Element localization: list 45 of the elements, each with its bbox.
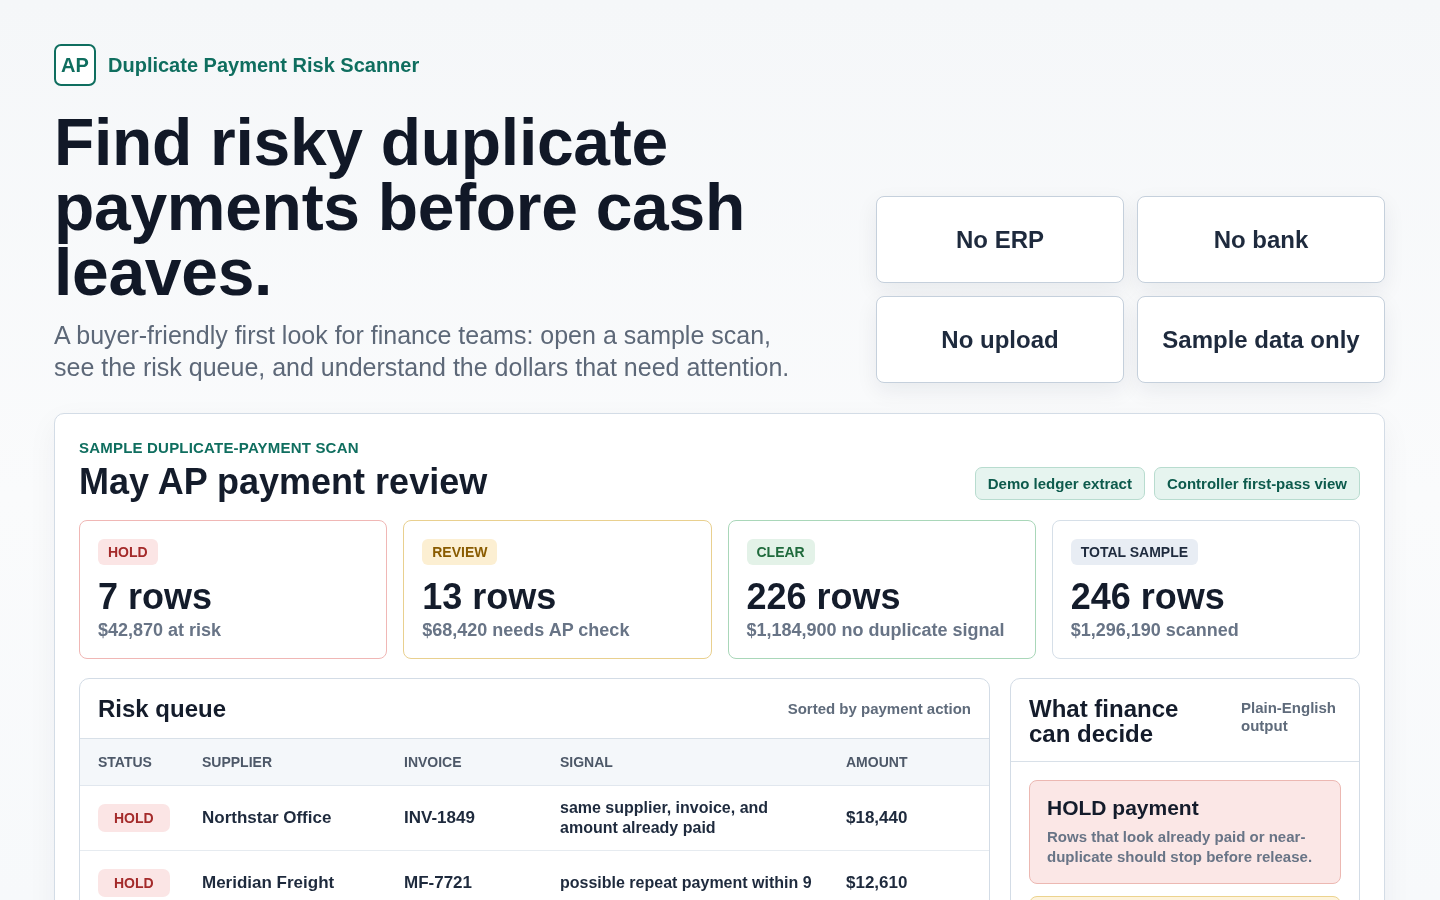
scope-tag: Controller first-pass view: [1153, 467, 1360, 500]
stat-value: 246 rows: [1070, 577, 1226, 617]
column-header: SUPPLIER: [202, 754, 273, 770]
supplier-cell-text: Northstar Office: [202, 808, 333, 828]
invoice-cell-text: MF-7721: [404, 873, 474, 893]
output-note: Plain-English output: [1241, 699, 1337, 735]
hero-title: Find risky duplicate payments before cash leaves.: [54, 110, 746, 305]
assurance-tile: No ERP: [876, 196, 1124, 283]
logo-mark: AP: [54, 44, 96, 86]
status-badge: HOLD: [98, 804, 170, 832]
scan-title: May AP payment review: [79, 462, 488, 502]
stat-detail: $68,420 needs AP check: [422, 619, 631, 641]
signal-cell-text: same supplier, invoice, and amount already paid: [560, 798, 770, 838]
column-header: AMOUNT: [846, 754, 909, 770]
column-header: SIGNAL: [560, 754, 614, 770]
status-badge: REVIEW: [422, 539, 498, 565]
section-eyebrow: SAMPLE DUPLICATE-PAYMENT SCAN: [79, 439, 360, 457]
status-badge: CLEAR: [746, 539, 815, 565]
status-badge: TOTAL SAMPLE: [1070, 539, 1199, 565]
amount-cell-text: $18,440: [846, 808, 909, 828]
stat-value: 226 rows: [746, 577, 902, 617]
card-text: Rows that look already paid or near-duplicate should stop before release.: [1047, 827, 1314, 867]
sort-note: Sorted by payment action: [787, 700, 971, 717]
stat-value: 7 rows: [98, 577, 214, 617]
amount-cell-text: $12,610: [846, 873, 909, 893]
assurance-tile: No bank: [1137, 196, 1385, 283]
stat-detail: $1,296,190 scanned: [1070, 619, 1240, 641]
stat-detail: $1,184,900 no duplicate signal: [746, 619, 1006, 641]
stat-detail: $42,870 at risk: [98, 619, 223, 641]
stat-value: 13 rows: [422, 577, 558, 617]
supplier-cell-text: Meridian Freight: [202, 873, 336, 893]
assurance-tile: No upload: [876, 296, 1124, 383]
assurance-tile: Sample data only: [1137, 296, 1385, 383]
scope-tag: Demo ledger extract: [974, 467, 1145, 500]
status-badge: HOLD: [98, 539, 158, 565]
column-header: STATUS: [98, 754, 153, 770]
column-header: INVOICE: [404, 754, 463, 770]
status-badge: HOLD: [98, 869, 170, 897]
panel-title: What finance can decide: [1029, 696, 1180, 746]
signal-cell-text: possible repeat payment within 9: [560, 873, 813, 893]
panel-title: Risk queue: [98, 694, 227, 723]
hero-subtitle: A buyer-friendly first look for finance teams: open a sample scan, see the risk queue, and understand the dollars that need attention.: [54, 320, 791, 383]
invoice-cell-text: INV-1849: [404, 808, 476, 828]
card-title: HOLD payment: [1047, 795, 1200, 821]
app-title: Duplicate Payment Risk Scanner: [108, 53, 420, 77]
